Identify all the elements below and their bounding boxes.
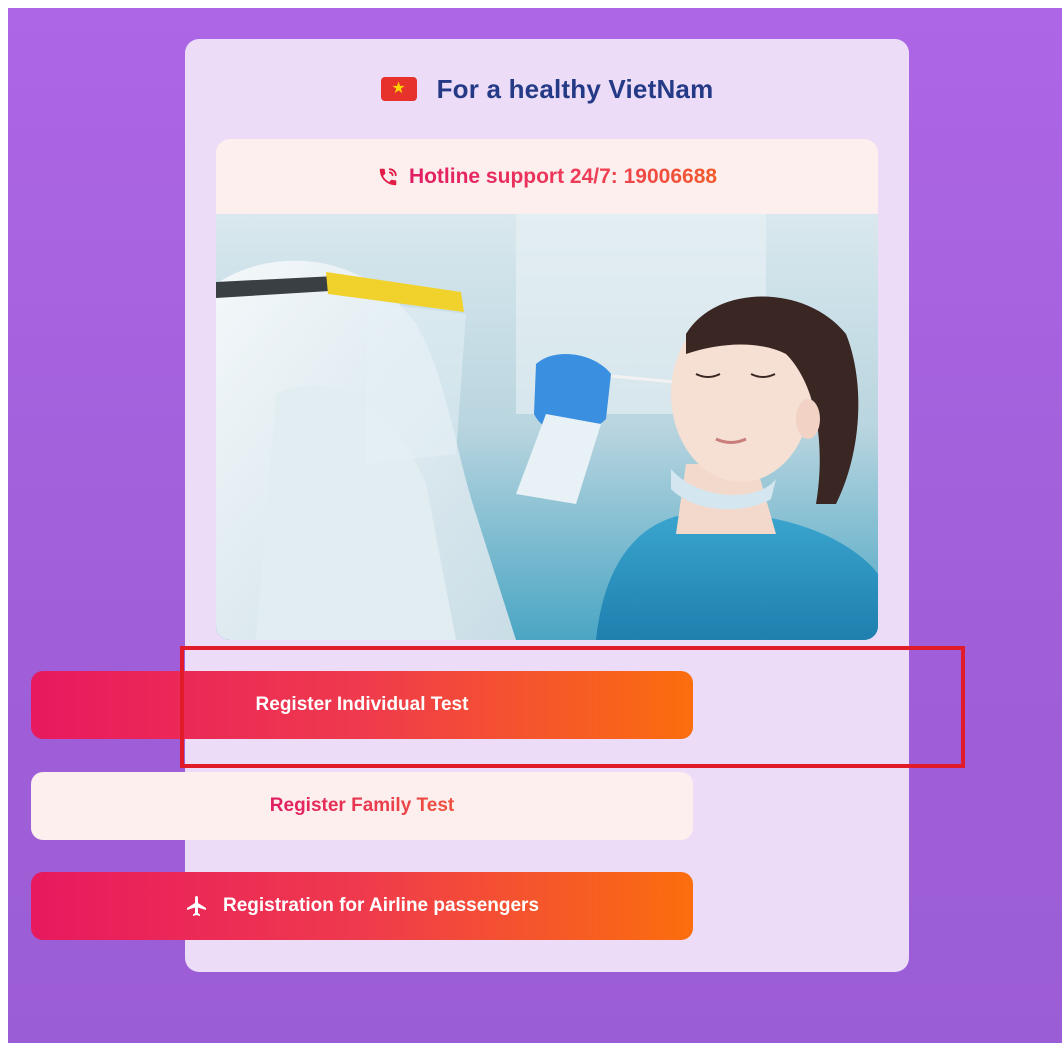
- covid-test-hero-image: [216, 214, 878, 640]
- register-family-test-button[interactable]: Register Family Test: [31, 772, 693, 840]
- hero-illustration: [216, 214, 878, 640]
- vietnam-flag-icon: ★: [380, 77, 417, 101]
- register-family-test-label: Register Family Test: [269, 795, 455, 816]
- phone-icon: [379, 168, 397, 186]
- page-title: For a healthy VietNam: [436, 73, 714, 104]
- airline-registration-button[interactable]: Registration for Airline passengers: [31, 872, 693, 940]
- register-individual-test-label: Register Individual Test: [255, 694, 469, 715]
- hotline-banner: Hotline support 24/7: 19006688: [216, 139, 878, 215]
- airplane-icon: [186, 896, 206, 916]
- register-individual-test-button[interactable]: Register Individual Test: [31, 671, 693, 739]
- card-header: ★ For a healthy VietNam: [185, 39, 909, 139]
- hotline-text: Hotline support 24/7: 19006688: [408, 165, 718, 188]
- airline-registration-label: Registration for Airline passengers: [222, 895, 540, 916]
